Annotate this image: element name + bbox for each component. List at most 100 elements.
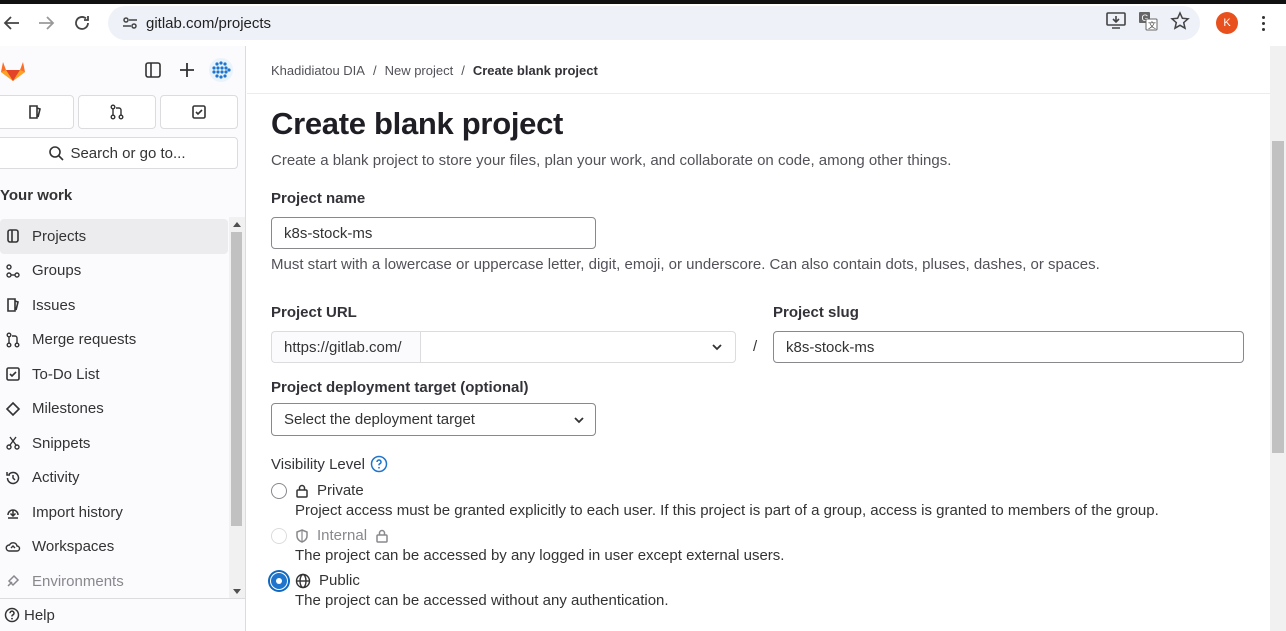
sidebar-item-merge-requests[interactable]: Merge requests [0,323,228,358]
install-app-icon[interactable] [1106,11,1126,35]
gitlab-logo-icon[interactable] [0,58,26,87]
visibility-public-description: The project can be accessed without any … [295,592,669,609]
sidebar-scrollbar[interactable] [229,217,245,599]
search-icon [49,146,65,161]
scroll-up-arrow[interactable] [233,222,241,227]
forward-icon[interactable] [34,11,58,35]
profile-avatar[interactable]: K [1216,12,1238,34]
shield-icon [296,528,308,543]
sidebar-item-label: Issues [32,296,76,314]
sidebar: Search or go to... Your work Projects Gr… [0,46,246,631]
radio-public[interactable] [271,572,287,589]
sidebar-item-snippets[interactable]: Snippets [0,426,228,461]
create-new-icon[interactable] [178,61,196,84]
bookmark-star-icon[interactable] [1170,10,1190,36]
sidebar-item-label: Environments [32,572,124,590]
reload-icon[interactable] [70,11,94,35]
assigned-issues-button[interactable] [0,95,74,129]
site-settings-icon[interactable] [120,13,140,33]
sidebar-item-label: Merge requests [32,331,137,349]
deployment-target-value: Select the deployment target [284,411,475,428]
project-url-label: Project URL [271,304,357,321]
sidebar-item-label: Projects [32,227,87,245]
group-icon [4,262,22,280]
sidebar-item-label: Import history [32,503,123,521]
visibility-level-heading: Visibility Level [271,455,388,473]
sidebar-item-environments[interactable]: Environments [0,564,228,599]
lock-icon [376,529,388,543]
issues-icon [4,296,22,314]
sidebar-item-label: Groups [32,262,82,280]
milestone-icon [4,400,22,418]
sidebar-item-label: Milestones [32,400,104,418]
visibility-private-option[interactable]: Private [271,482,364,499]
url-slash: / [753,338,758,355]
address-url[interactable]: gitlab.com/projects [146,15,271,32]
sidebar-header [0,46,246,94]
page-scroll-thumb[interactable] [1272,141,1284,453]
sidebar-item-label: Snippets [32,434,91,452]
divider [247,93,1270,94]
project-slug-label: Project slug [773,304,859,321]
history-icon [4,469,22,487]
sidebar-item-milestones[interactable]: Milestones [0,392,228,427]
radio-private[interactable] [271,482,287,499]
sidebar-item-projects[interactable]: Projects [0,219,228,254]
help-label: Help [24,606,55,624]
visibility-private-label: Private [317,482,364,499]
help-button[interactable]: Help [0,598,246,631]
visibility-private-description: Project access must be granted explicitl… [295,502,1159,519]
help-icon [4,607,20,623]
chevron-down-icon [574,417,584,424]
breadcrumb-separator: / [461,63,465,78]
sidebar-item-label: To-Do List [32,365,100,383]
sidebar-item-import-history[interactable]: Import history [0,495,228,530]
project-name-label: Project name [271,190,366,207]
sidebar-item-issues[interactable]: Issues [0,288,228,323]
help-icon[interactable] [370,455,388,473]
deployment-target-label: Project deployment target (optional) [271,379,529,396]
breadcrumb-new-project[interactable]: New project [385,63,454,78]
sidebar-scroll-thumb[interactable] [231,232,242,526]
import-icon [4,503,22,521]
chevron-down-icon [712,344,722,351]
translate-icon[interactable]: G文 [1138,11,1158,36]
breadcrumb-current[interactable]: Create blank project [473,63,598,78]
sidebar-item-activity[interactable]: Activity [0,461,228,496]
visibility-public-label: Public [319,572,360,589]
page-scrollbar[interactable] [1270,46,1286,631]
breadcrumb: Khadidiatou DIA / New project / Create b… [271,63,598,78]
sidebar-nav: Projects Groups Issues Merge requests To… [0,219,228,599]
project-slug-input[interactable]: k8s-stock-ms [773,331,1244,363]
todo-icon [192,105,206,119]
visibility-internal-description: The project can be accessed by any logge… [295,547,785,564]
visibility-internal-option[interactable]: Internal [271,527,389,544]
lock-icon [296,484,308,498]
namespace-select[interactable] [420,331,736,363]
project-name-input[interactable]: k8s-stock-ms [271,217,596,249]
scroll-down-arrow[interactable] [233,589,241,594]
visibility-internal-label: Internal [317,527,368,544]
sidebar-item-groups[interactable]: Groups [0,254,228,289]
main-content: Khadidiatou DIA / New project / Create b… [247,46,1270,631]
breadcrumb-user[interactable]: Khadidiatou DIA [271,63,365,78]
visibility-public-option[interactable]: Public [271,572,360,589]
breadcrumb-separator: / [372,63,377,78]
user-avatar[interactable] [208,57,234,88]
sidebar-item-todo-list[interactable]: To-Do List [0,357,228,392]
address-bar[interactable]: gitlab.com/projects G文 [108,6,1200,40]
page-description: Create a blank project to store your fil… [271,152,952,169]
search-button[interactable]: Search or go to... [0,137,238,169]
project-name-help: Must start with a lowercase or uppercase… [271,256,1100,273]
deployment-target-select[interactable]: Select the deployment target [271,403,596,436]
browser-menu-icon[interactable] [1255,11,1271,35]
collapse-sidebar-icon[interactable] [144,61,162,84]
radio-internal[interactable] [271,527,287,544]
merge-requests-button[interactable] [78,95,156,129]
project-url-prefix: https://gitlab.com/ [271,331,421,363]
sidebar-item-workspaces[interactable]: Workspaces [0,530,228,565]
back-icon[interactable] [0,11,24,35]
merge-request-icon [4,331,22,349]
project-icon [4,227,22,245]
todo-button[interactable] [160,95,238,129]
